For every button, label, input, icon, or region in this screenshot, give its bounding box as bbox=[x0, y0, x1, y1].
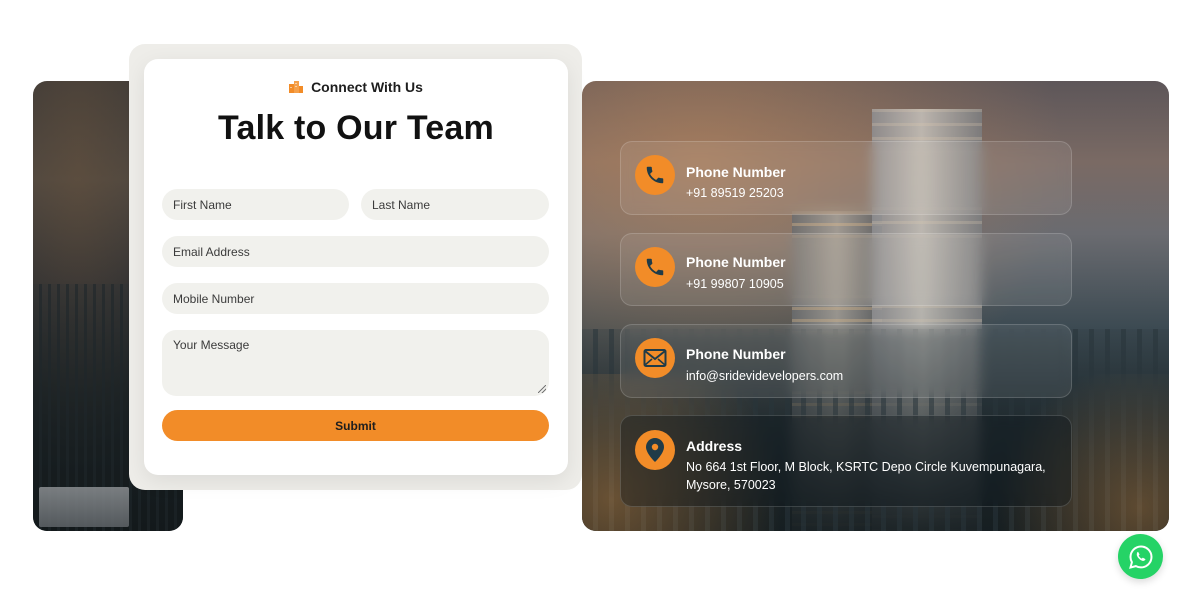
contact-card-email: Phone Number info@sridevidevelopers.com bbox=[620, 324, 1072, 398]
contact-title: Phone Number bbox=[686, 254, 786, 270]
contact-form-card: Connect With Us Talk to Our Team First N… bbox=[144, 59, 568, 475]
section-eyebrow: Connect With Us bbox=[144, 79, 568, 95]
email-input[interactable]: Email Address bbox=[162, 236, 549, 267]
eyebrow-label: Connect With Us bbox=[311, 79, 423, 95]
mobile-input[interactable]: Mobile Number bbox=[162, 283, 549, 314]
message-placeholder: Your Message bbox=[173, 338, 250, 352]
first-name-input[interactable]: First Name bbox=[162, 189, 349, 220]
contact-title: Phone Number bbox=[686, 346, 786, 362]
contact-value: info@sridevidevelopers.com bbox=[686, 369, 844, 383]
location-pin-icon bbox=[635, 430, 675, 470]
first-name-placeholder: First Name bbox=[173, 197, 232, 212]
contact-value: No 664 1st Floor, M Block, KSRTC Depo Ci… bbox=[686, 460, 1046, 492]
whatsapp-button[interactable] bbox=[1118, 534, 1163, 579]
building-icon bbox=[289, 81, 304, 93]
contact-title: Address bbox=[686, 438, 743, 454]
contact-card-address: Address No 664 1st Floor, M Block, KSRTC… bbox=[620, 415, 1072, 507]
contact-value: +91 99807 10905 bbox=[686, 277, 784, 291]
resize-handle[interactable] bbox=[538, 385, 546, 393]
email-placeholder: Email Address bbox=[173, 244, 250, 259]
rooftop-left bbox=[39, 487, 129, 527]
contact-card-phone-2: Phone Number +91 99807 10905 bbox=[620, 233, 1072, 306]
mail-icon bbox=[635, 338, 675, 378]
mobile-placeholder: Mobile Number bbox=[173, 291, 255, 306]
whatsapp-icon bbox=[1128, 544, 1153, 569]
contact-card-phone-1: Phone Number +91 89519 25203 bbox=[620, 141, 1072, 215]
last-name-placeholder: Last Name bbox=[372, 197, 431, 212]
contact-title: Phone Number bbox=[686, 164, 786, 180]
phone-icon bbox=[635, 155, 675, 195]
last-name-input[interactable]: Last Name bbox=[361, 189, 549, 220]
submit-button[interactable]: Submit bbox=[162, 410, 549, 441]
phone-icon bbox=[635, 247, 675, 287]
form-title: Talk to Our Team bbox=[218, 109, 494, 147]
message-textarea[interactable]: Your Message bbox=[162, 330, 549, 396]
contact-value: +91 89519 25203 bbox=[686, 186, 784, 200]
